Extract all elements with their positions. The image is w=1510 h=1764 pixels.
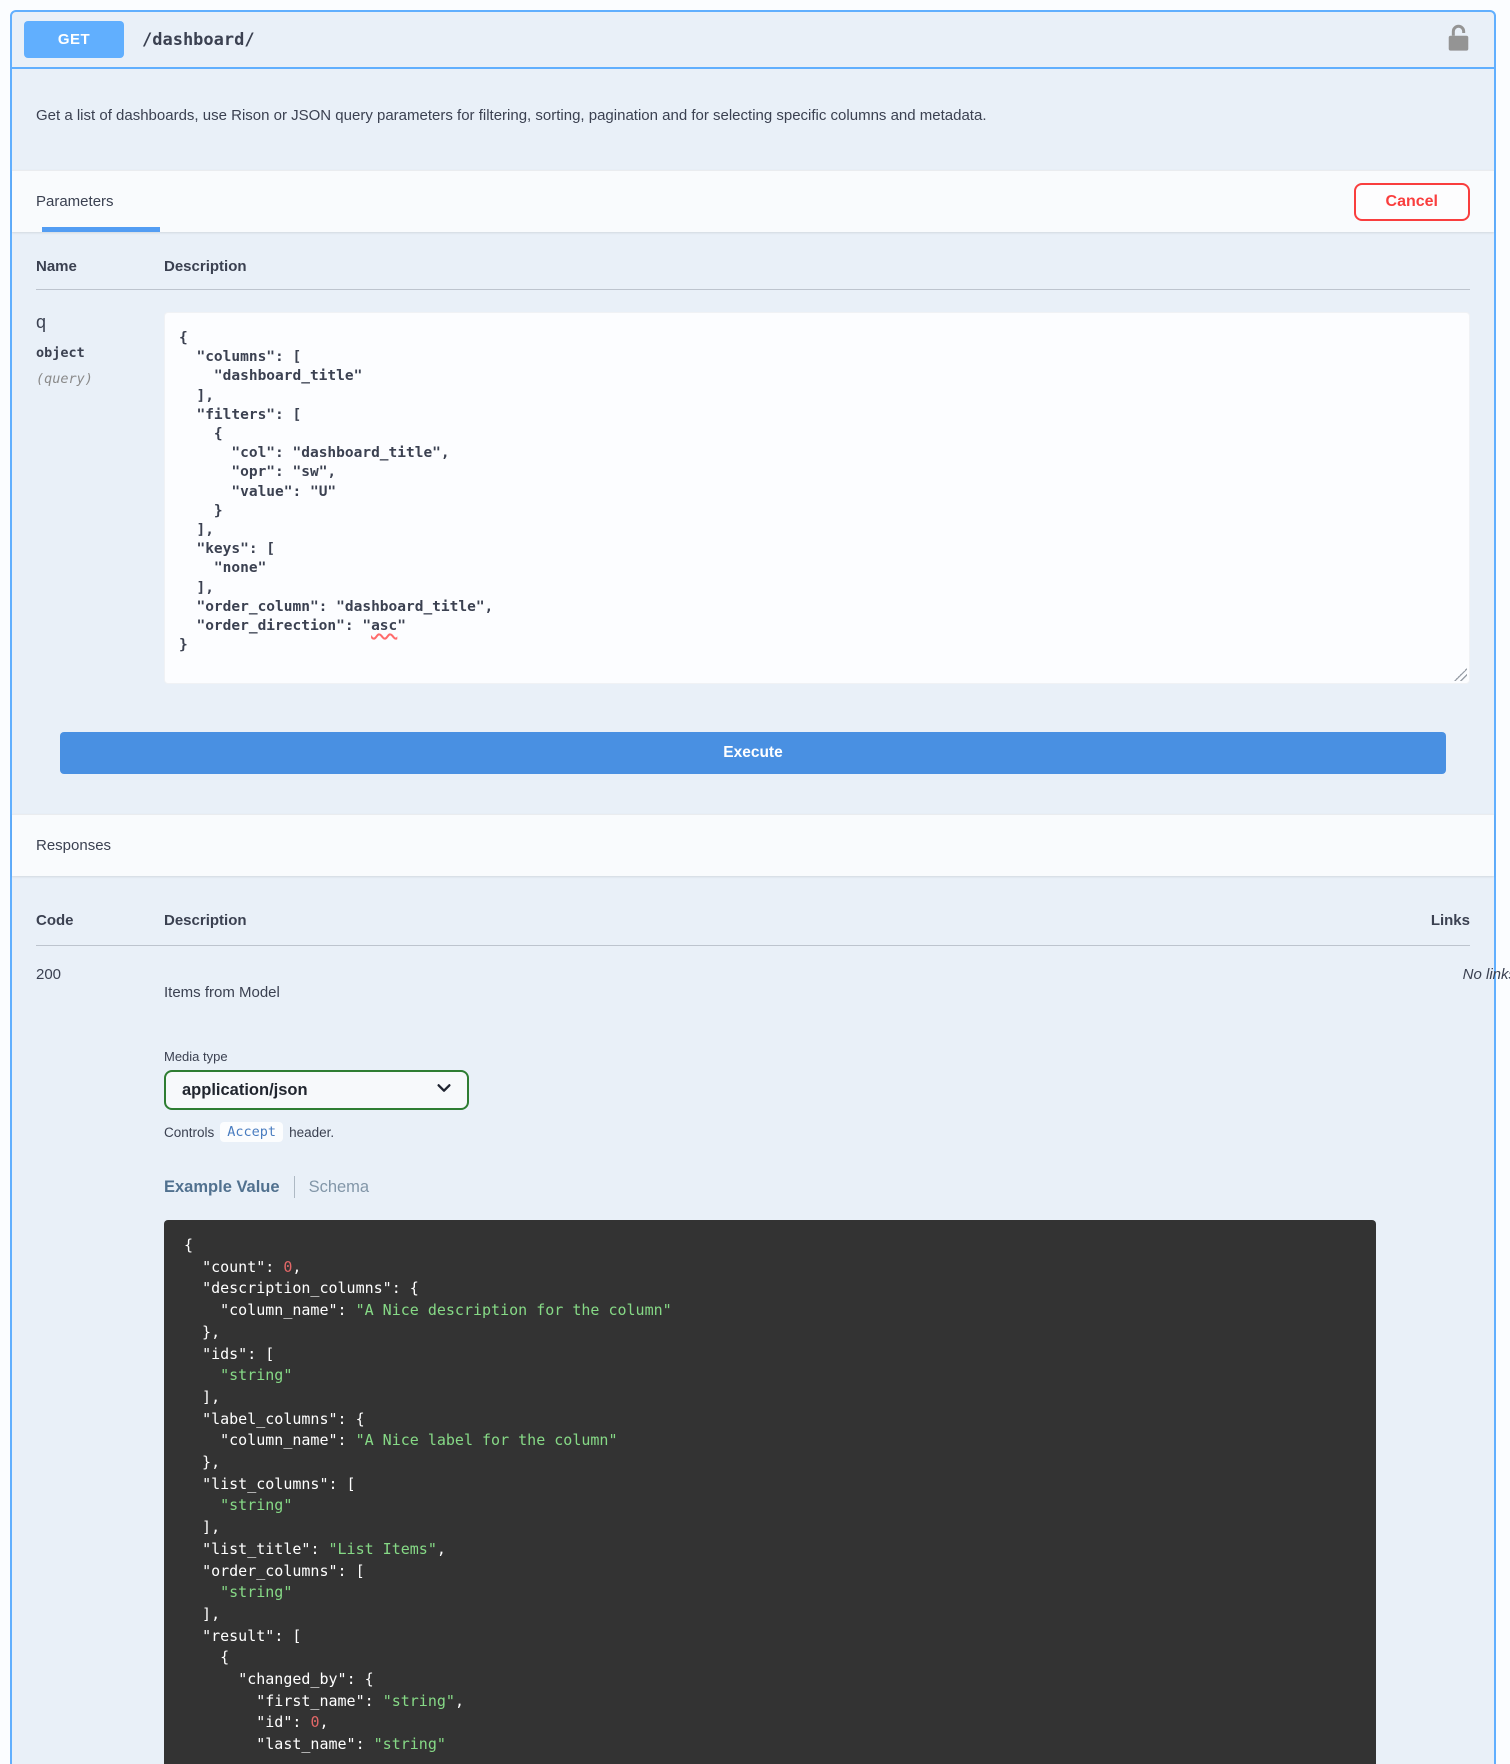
example-code-block: { "count": 0, "description_columns": { "… [164, 1220, 1376, 1764]
tab-schema[interactable]: Schema [309, 1178, 370, 1197]
responses-section-header: Responses [12, 814, 1494, 876]
response-description-cell: Items from Model Media type application/… [164, 966, 1376, 1764]
parameter-row: q object (query) { "columns": [ "dashboa… [36, 290, 1470, 684]
responses-title: Responses [36, 837, 112, 854]
parameter-name: q [36, 312, 47, 332]
parameters-section-header: Parameters Cancel [12, 170, 1494, 232]
parameters-table: Name Description q object (query) { "col… [12, 232, 1494, 774]
controls-note-suffix: header. [289, 1124, 335, 1140]
cancel-button[interactable]: Cancel [1353, 182, 1470, 221]
model-example-tabs: Example Value Schema [164, 1176, 1376, 1198]
no-links-text: No links [1462, 966, 1510, 983]
http-method-badge: GET [24, 21, 124, 58]
unlocked-padlock-icon [1447, 24, 1470, 55]
query-param-editor[interactable]: { "columns": [ "dashboard_title" ], "fil… [164, 312, 1470, 684]
endpoint-path: /dashboard/ [142, 29, 255, 50]
response-description: Items from Model [164, 984, 280, 1001]
response-description-column-header: Description [164, 912, 247, 929]
parameters-tab-underline [42, 227, 160, 232]
name-column-header: Name [36, 258, 77, 275]
parameter-type: object [36, 345, 85, 361]
media-type-selected-value: application/json [182, 1080, 308, 1099]
description-column-header: Description [164, 258, 247, 275]
editor-text: { "columns": [ "dashboard_title" ], "fil… [179, 330, 494, 635]
editor-misspelled-word: asc [371, 618, 398, 635]
media-type-select[interactable]: application/json [164, 1070, 469, 1110]
parameter-value-cell: { "columns": [ "dashboard_title" ], "fil… [164, 312, 1470, 684]
execute-wrapper: Execute [36, 684, 1470, 774]
controls-accept-note: Controls Accept header. [164, 1122, 1376, 1142]
parameters-table-header: Name Description [36, 258, 1470, 290]
parameters-tab: Parameters [36, 193, 114, 210]
endpoint-description: Get a list of dashboards, use Rison or J… [36, 107, 987, 124]
tab-divider [293, 1176, 295, 1198]
media-type-label: Media type [164, 1049, 228, 1064]
parameter-name-cell: q object (query) [36, 312, 164, 684]
accept-header-code: Accept [220, 1122, 284, 1142]
controls-note-prefix: Controls [164, 1124, 215, 1140]
responses-table: Code Description Links 200 Items from Mo… [12, 876, 1510, 1764]
links-column-header: Links [1430, 912, 1470, 929]
execute-button[interactable]: Execute [60, 732, 1446, 774]
resize-grip-icon[interactable] [1454, 668, 1467, 681]
tab-example-value[interactable]: Example Value [164, 1178, 280, 1197]
chevron-down-icon [435, 1079, 453, 1102]
auth-lock-button[interactable] [1447, 24, 1470, 55]
parameter-location: (query) [36, 371, 93, 387]
api-endpoint-block: GET /dashboard/ Get a list of dashboards… [10, 10, 1510, 1764]
response-row: 200 Items from Model Media type applicat… [36, 946, 1510, 1764]
code-column-header: Code [36, 912, 74, 929]
responses-table-header: Code Description Links [36, 912, 1470, 946]
response-status-code: 200 [36, 966, 62, 983]
endpoint-summary-header[interactable]: GET /dashboard/ [12, 12, 1494, 69]
